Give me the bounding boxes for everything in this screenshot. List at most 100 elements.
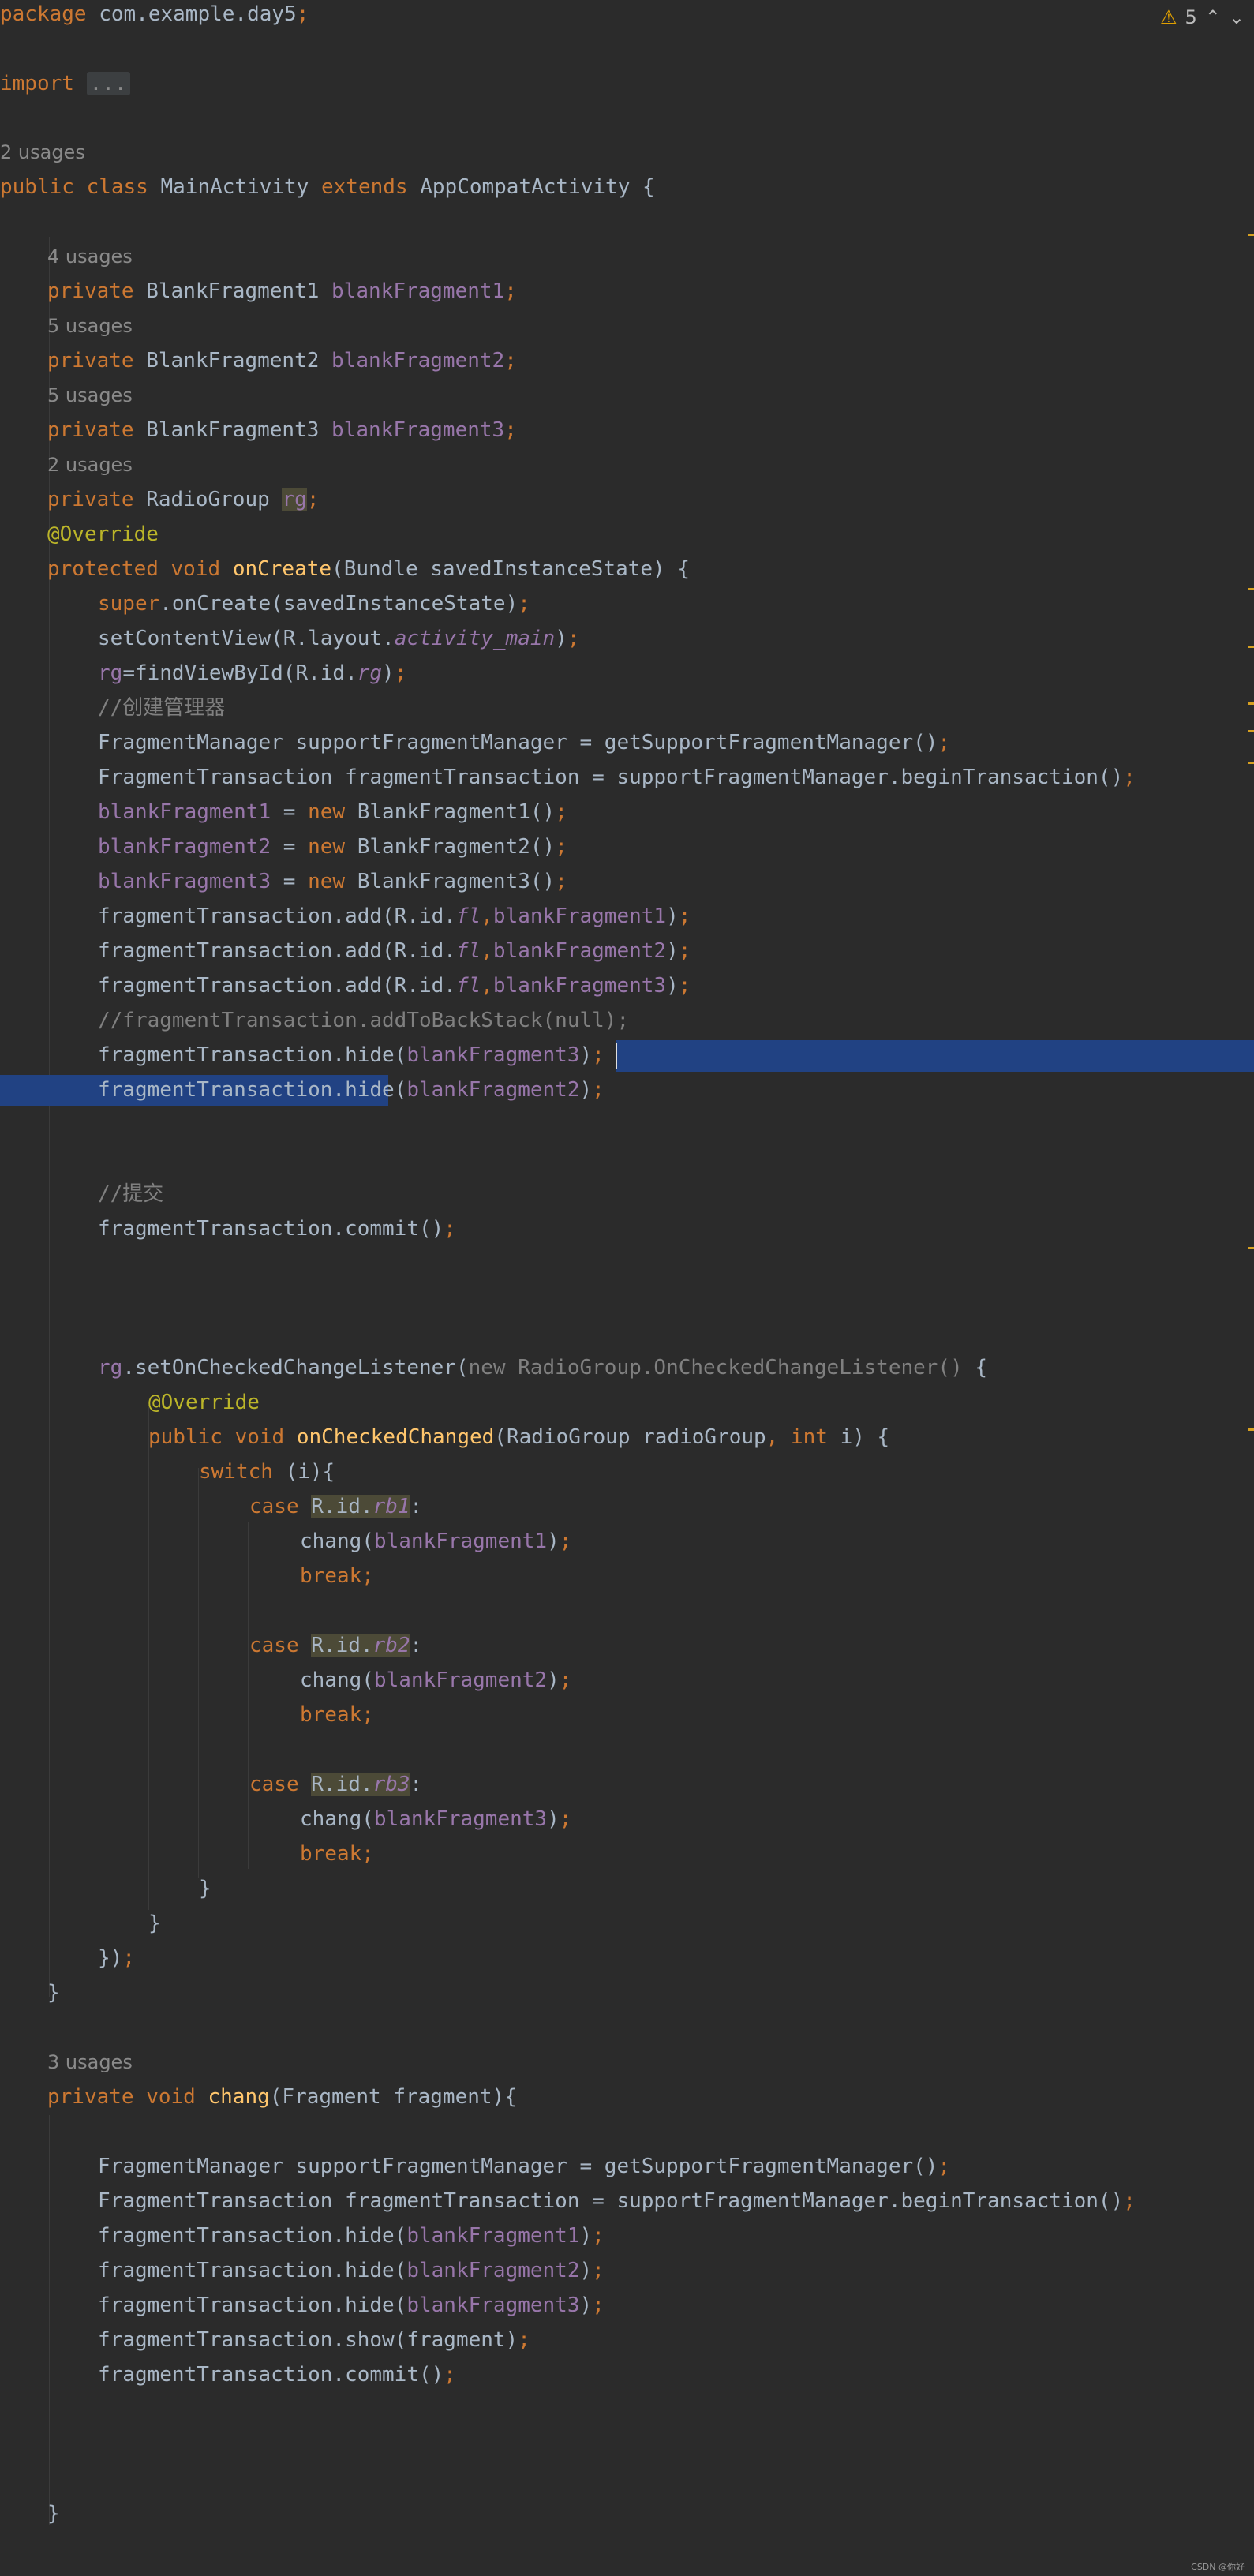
code-token: //创建管理器: [98, 696, 226, 720]
code-token: ): [579, 1078, 593, 1102]
code-line[interactable]: }: [47, 1975, 1254, 2010]
code-line[interactable]: }: [148, 1906, 1254, 1941]
code-token: ): [555, 627, 567, 650]
code-token: AppCompatActivity {: [420, 175, 655, 199]
code-token: ): [547, 1530, 560, 1553]
usage-hint[interactable]: 4 usages: [47, 239, 1254, 274]
code-token: ;: [592, 2259, 605, 2282]
code-token: (Bundle savedInstanceState) {: [331, 557, 690, 581]
code-line[interactable]: private BlankFragment3 blankFragment3;: [47, 413, 1254, 447]
code-line[interactable]: fragmentTransaction.add(R.id.fl,blankFra…: [98, 934, 1254, 968]
code-line[interactable]: chang(blankFragment1);: [300, 1524, 1254, 1559]
code-line[interactable]: //提交: [98, 1177, 1254, 1211]
code-token: onCheckedChanged: [296, 1425, 495, 1449]
code-line[interactable]: break;: [300, 1837, 1254, 1871]
code-line[interactable]: break;: [300, 1698, 1254, 1732]
code-token: }): [98, 1946, 123, 1970]
code-line[interactable]: case R.id.rb2:: [249, 1628, 1254, 1663]
code-line[interactable]: FragmentManager supportFragmentManager =…: [98, 725, 1254, 760]
error-stripe-mark[interactable]: [1248, 1247, 1254, 1249]
usage-hint[interactable]: 3 usages: [47, 2045, 1254, 2080]
code-token[interactable]: ...: [86, 72, 130, 95]
code-line[interactable]: fragmentTransaction.add(R.id.fl,blankFra…: [98, 968, 1254, 1003]
code-line[interactable]: FragmentManager supportFragmentManager =…: [98, 2149, 1254, 2184]
code-token: case: [249, 1773, 312, 1796]
code-line[interactable]: fragmentTransaction.commit();: [98, 2357, 1254, 2392]
code-token: case: [249, 1495, 312, 1518]
code-token: i) {: [840, 1425, 890, 1449]
code-line[interactable]: setContentView(R.layout.activity_main);: [98, 621, 1254, 656]
code-line[interactable]: //创建管理器: [98, 691, 1254, 725]
code-line[interactable]: private void chang(Fragment fragment){: [47, 2080, 1254, 2114]
code-token: ): [579, 1043, 593, 1067]
code-line[interactable]: private BlankFragment1 blankFragment1;: [47, 274, 1254, 309]
code-token[interactable]: 3 usages: [47, 2051, 133, 2073]
code-line[interactable]: break;: [300, 1559, 1254, 1593]
code-line[interactable]: fragmentTransaction.hide(blankFragment2)…: [98, 1073, 1254, 1107]
code-token: blankFragment2: [331, 349, 505, 373]
usage-hint[interactable]: 2 usages: [0, 135, 1254, 170]
code-line[interactable]: fragmentTransaction.hide(blankFragment2)…: [98, 2253, 1254, 2288]
code-line[interactable]: rg.setOnCheckedChangeListener(new RadioG…: [98, 1350, 1254, 1385]
code-line[interactable]: }: [199, 1871, 1254, 1906]
code-line[interactable]: protected void onCreate(Bundle savedInst…: [47, 552, 1254, 586]
code-token: chang(: [300, 1668, 374, 1692]
code-token: case: [249, 1634, 312, 1657]
code-line[interactable]: super.onCreate(savedInstanceState);: [98, 586, 1254, 621]
usage-hint[interactable]: 2 usages: [47, 447, 1254, 482]
code-token: fragmentTransaction.hide(: [98, 1043, 407, 1067]
code-token: blankFragment3: [492, 974, 667, 998]
code-line[interactable]: chang(blankFragment3);: [300, 1802, 1254, 1837]
code-token: ;: [678, 974, 691, 998]
code-line[interactable]: private RadioGroup rg;: [47, 482, 1254, 517]
code-line[interactable]: });: [98, 1941, 1254, 1975]
code-token[interactable]: 5 usages: [47, 384, 133, 406]
code-line[interactable]: public class MainActivity extends AppCom…: [0, 170, 1254, 204]
code-line[interactable]: @Override: [148, 1385, 1254, 1420]
code-line[interactable]: import ...: [0, 66, 1254, 101]
usage-hint[interactable]: 5 usages: [47, 378, 1254, 413]
code-line[interactable]: fragmentTransaction.hide(blankFragment1)…: [98, 2218, 1254, 2253]
code-line[interactable]: fragmentTransaction.add(R.id.fl,blankFra…: [98, 899, 1254, 934]
code-token: extends: [321, 175, 421, 199]
code-token[interactable]: 2 usages: [47, 454, 133, 476]
code-line[interactable]: case R.id.rb3:: [249, 1767, 1254, 1802]
code-token: private: [47, 488, 147, 511]
code-line[interactable]: fragmentTransaction.show(fragment);: [98, 2323, 1254, 2357]
code-line[interactable]: blankFragment3 = new BlankFragment3();: [98, 864, 1254, 899]
code-token: fragmentTransaction.hide(: [98, 1078, 407, 1102]
code-token: }: [47, 2502, 60, 2525]
code-line[interactable]: }: [47, 2496, 1254, 2531]
code-token: ;: [938, 731, 951, 754]
usage-hint[interactable]: 5 usages: [47, 309, 1254, 343]
error-stripe-mark[interactable]: [1248, 234, 1254, 236]
indent-guide: [248, 1522, 249, 1869]
code-line[interactable]: switch (i){: [199, 1455, 1254, 1489]
code-token: @Override: [148, 1391, 260, 1414]
code-line[interactable]: @Override: [47, 517, 1254, 552]
code-line[interactable]: FragmentTransaction fragmentTransaction …: [98, 2184, 1254, 2218]
code-token: private: [47, 418, 147, 442]
code-token: blankFragment1: [98, 800, 271, 824]
code-token: ;: [306, 488, 320, 511]
code-line[interactable]: public void onCheckedChanged(RadioGroup …: [148, 1420, 1254, 1455]
code-token: blankFragment2: [406, 1078, 580, 1102]
code-editor[interactable]: ⚠ 5 ⌃ ⌄ package com.example.day5; import…: [0, 0, 1254, 2576]
code-token: BlankFragment3: [146, 418, 332, 442]
code-line[interactable]: fragmentTransaction.commit();: [98, 1211, 1254, 1246]
code-token[interactable]: 2 usages: [0, 141, 85, 163]
code-line[interactable]: case R.id.rb1:: [249, 1489, 1254, 1524]
code-line[interactable]: fragmentTransaction.hide(blankFragment3)…: [98, 2288, 1254, 2323]
code-line[interactable]: fragmentTransaction.hide(blankFragment3)…: [98, 1038, 1254, 1073]
code-line[interactable]: chang(blankFragment2);: [300, 1663, 1254, 1698]
code-line[interactable]: blankFragment1 = new BlankFragment1();: [98, 795, 1254, 829]
code-line[interactable]: blankFragment2 = new BlankFragment2();: [98, 829, 1254, 864]
code-token[interactable]: 4 usages: [47, 245, 133, 268]
code-line[interactable]: rg=findViewById(R.id.rg);: [98, 656, 1254, 691]
code-line[interactable]: FragmentTransaction fragmentTransaction …: [98, 760, 1254, 795]
code-line[interactable]: private BlankFragment2 blankFragment2;: [47, 343, 1254, 378]
indent-guide: [49, 2115, 50, 2525]
code-line[interactable]: package com.example.day5;: [0, 0, 1254, 32]
code-line[interactable]: //fragmentTransaction.addToBackStack(nul…: [98, 1003, 1254, 1038]
code-token[interactable]: 5 usages: [47, 315, 133, 337]
